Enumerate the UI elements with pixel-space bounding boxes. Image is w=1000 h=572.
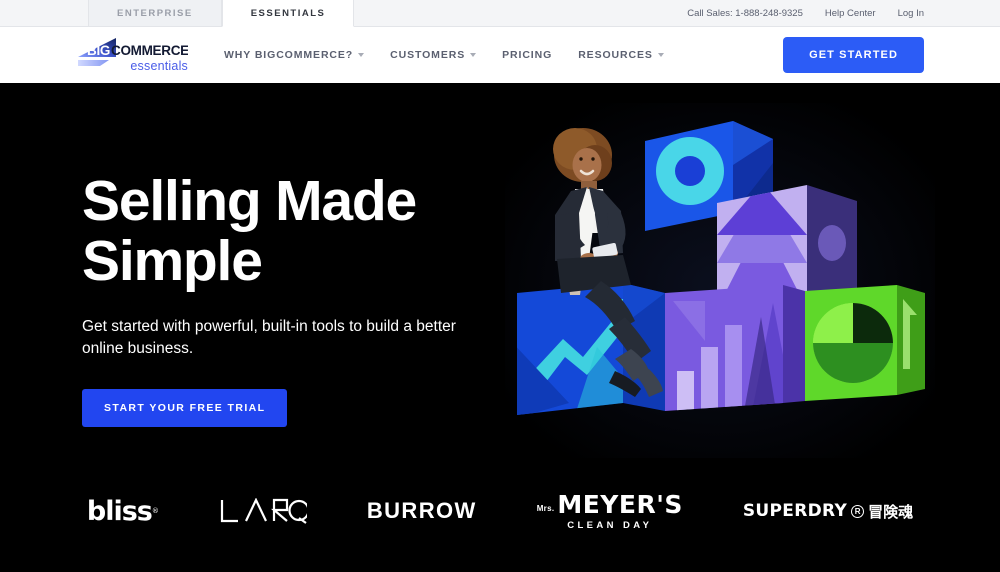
get-started-button[interactable]: GET STARTED (783, 37, 924, 73)
page-root: ENTERPRISE ESSENTIALS Call Sales: 1-888-… (0, 0, 1000, 572)
svg-text:COMMERCE: COMMERCE (111, 43, 188, 58)
brand-logo-larq: LARQ (219, 498, 307, 524)
chevron-down-icon (358, 53, 365, 57)
audience-tabs: ENTERPRISE ESSENTIALS (88, 0, 355, 27)
cube-green-pie (805, 285, 925, 401)
nav-item-resources-label: RESOURCES (578, 49, 653, 61)
nav-item-customers-label: CUSTOMERS (390, 49, 466, 61)
tab-essentials[interactable]: ESSENTIALS (221, 0, 355, 27)
nav-item-pricing[interactable]: PRICING (502, 49, 552, 61)
brand-logo-mrs-meyers: Mrs. MEYER'S CLEAN DAY (537, 492, 683, 531)
customer-logo-row: bliss® LARQ BURROW Mrs. MEYER'S (0, 481, 1000, 541)
meyers-top-line: Mrs. MEYER'S (537, 492, 683, 517)
registered-trademark-icon: R (851, 504, 865, 518)
tab-enterprise[interactable]: ENTERPRISE (88, 0, 222, 26)
brand-meyers-sub: CLEAN DAY (567, 519, 653, 531)
help-center-link[interactable]: Help Center (825, 8, 876, 19)
hero-title-line1: Selling Made (82, 169, 417, 233)
nav-links: WHY BIGCOMMERCE? CUSTOMERS PRICING RESOU… (224, 49, 664, 61)
hero-title: Selling Made Simple (82, 171, 502, 292)
brand-logo-bliss: bliss ® (87, 496, 159, 527)
logo-mark: BIG COMMERCE essentials (76, 38, 189, 73)
logo-subtitle: essentials (130, 59, 188, 73)
top-tab-strip: ENTERPRISE ESSENTIALS Call Sales: 1-888-… (0, 0, 1000, 27)
topbar-utility-links: Call Sales: 1-888-248-9325 Help Center L… (687, 0, 1000, 26)
chevron-down-icon (470, 53, 477, 57)
brand-bliss-text: bliss (86, 495, 153, 527)
nav-item-resources[interactable]: RESOURCES (578, 49, 664, 61)
nav-item-pricing-label: PRICING (502, 49, 553, 61)
nav-item-customers[interactable]: CUSTOMERS (390, 49, 477, 61)
brand-logo-burrow: BURROW (367, 498, 477, 524)
brand-logo-superdry: SUPERDRY R 冒険魂 (743, 501, 913, 522)
brand-burrow-text: BURROW (366, 498, 477, 523)
hero-title-line2: Simple (82, 229, 263, 294)
nav-item-why-bigcommerce-label: WHY BIGCOMMERCE? (224, 49, 354, 61)
tab-enterprise-label: ENTERPRISE (117, 7, 193, 19)
brand-meyers-prefix: Mrs. (536, 503, 555, 513)
geometric-cubes-illustration (505, 103, 935, 458)
nav-item-why-bigcommerce[interactable]: WHY BIGCOMMERCE? (224, 49, 365, 61)
hero-copy: Selling Made Simple Get started with pow… (82, 171, 502, 427)
brand-superdry-word: SUPERDRY (742, 501, 848, 521)
tab-essentials-label: ESSENTIALS (250, 7, 326, 19)
start-free-trial-button[interactable]: START YOUR FREE TRIAL (82, 388, 288, 427)
log-in-link[interactable]: Log In (898, 8, 924, 19)
brand-superdry-japanese: 冒険魂 (868, 502, 914, 521)
bigcommerce-logo[interactable]: BIG COMMERCE essentials (76, 38, 189, 73)
hero-section: Selling Made Simple Get started with pow… (0, 83, 1000, 572)
brand-bliss-registered-mark: ® (151, 507, 159, 515)
brand-meyers-main: MEYER'S (557, 489, 683, 519)
svg-text:BIG: BIG (87, 43, 110, 58)
call-sales-text[interactable]: Call Sales: 1-888-248-9325 (687, 8, 803, 19)
hero-subtitle: Get started with powerful, built-in tool… (82, 317, 456, 358)
larq-wordmark-icon (220, 498, 307, 524)
chevron-down-icon (657, 53, 664, 57)
main-navbar: BIG COMMERCE essentials WHY BIGCOMMERCE?… (0, 27, 1000, 83)
cube-purple-barchart (665, 285, 805, 411)
hero-illustration (505, 103, 935, 458)
